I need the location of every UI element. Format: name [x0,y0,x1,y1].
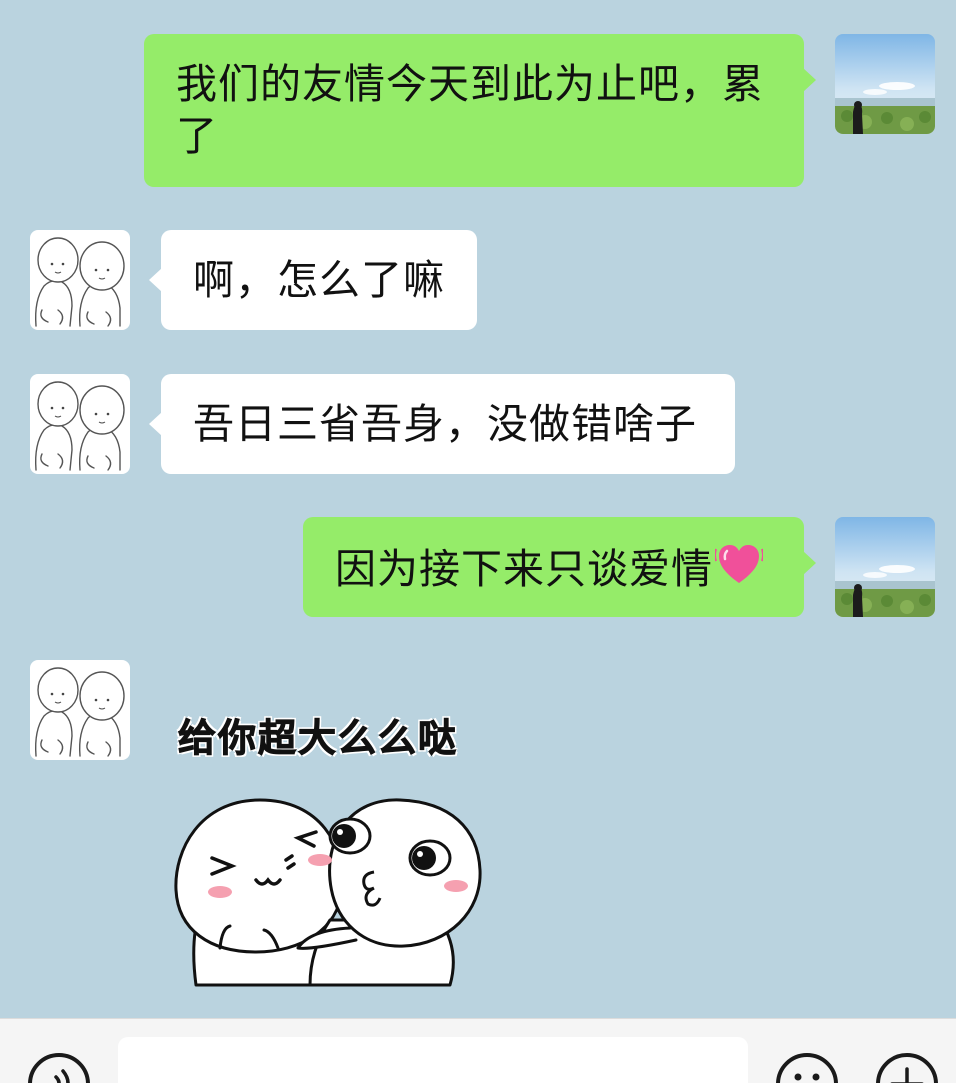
voice-button[interactable] [28,1053,90,1083]
input-bar [0,1018,956,1083]
heart-icon [714,541,764,599]
friend-avatar[interactable] [30,374,130,474]
voice-icon [54,1069,70,1083]
message-text: 啊，怎么了嘛 [193,256,445,304]
incoming-message-bubble[interactable]: 啊，怎么了嘛 [149,230,477,330]
outgoing-message-bubble[interactable]: 因为接下来只谈爱情 [303,517,816,617]
self-avatar[interactable] [835,34,935,134]
kiss-sticker-art [174,798,482,987]
chat-area[interactable]: 我们的友情今天到此为止吧，累了 啊，怎么了嘛 吾日三省吾身，没做错啥子 因为接下… [0,0,956,1018]
sticker-caption: 给你超大么么哒 [177,716,459,761]
plus-icon [890,1067,924,1083]
emoji-icon [794,1073,820,1081]
self-avatar[interactable] [835,517,935,617]
incoming-message-bubble[interactable]: 吾日三省吾身，没做错啥子 [149,374,735,474]
plus-button[interactable] [876,1053,938,1083]
message-text: 吾日三省吾身，没做错啥子 [193,400,697,448]
message-text: 我们的友情今天到此为止吧，累了 [176,60,764,160]
emoji-button[interactable] [776,1053,838,1083]
message-input[interactable] [118,1037,748,1083]
friend-avatar[interactable] [30,660,130,760]
message-text: 因为接下来只谈爱情 [335,545,713,593]
outgoing-message-bubble[interactable]: 我们的友情今天到此为止吧，累了 [144,34,816,187]
friend-avatar[interactable] [30,230,130,330]
